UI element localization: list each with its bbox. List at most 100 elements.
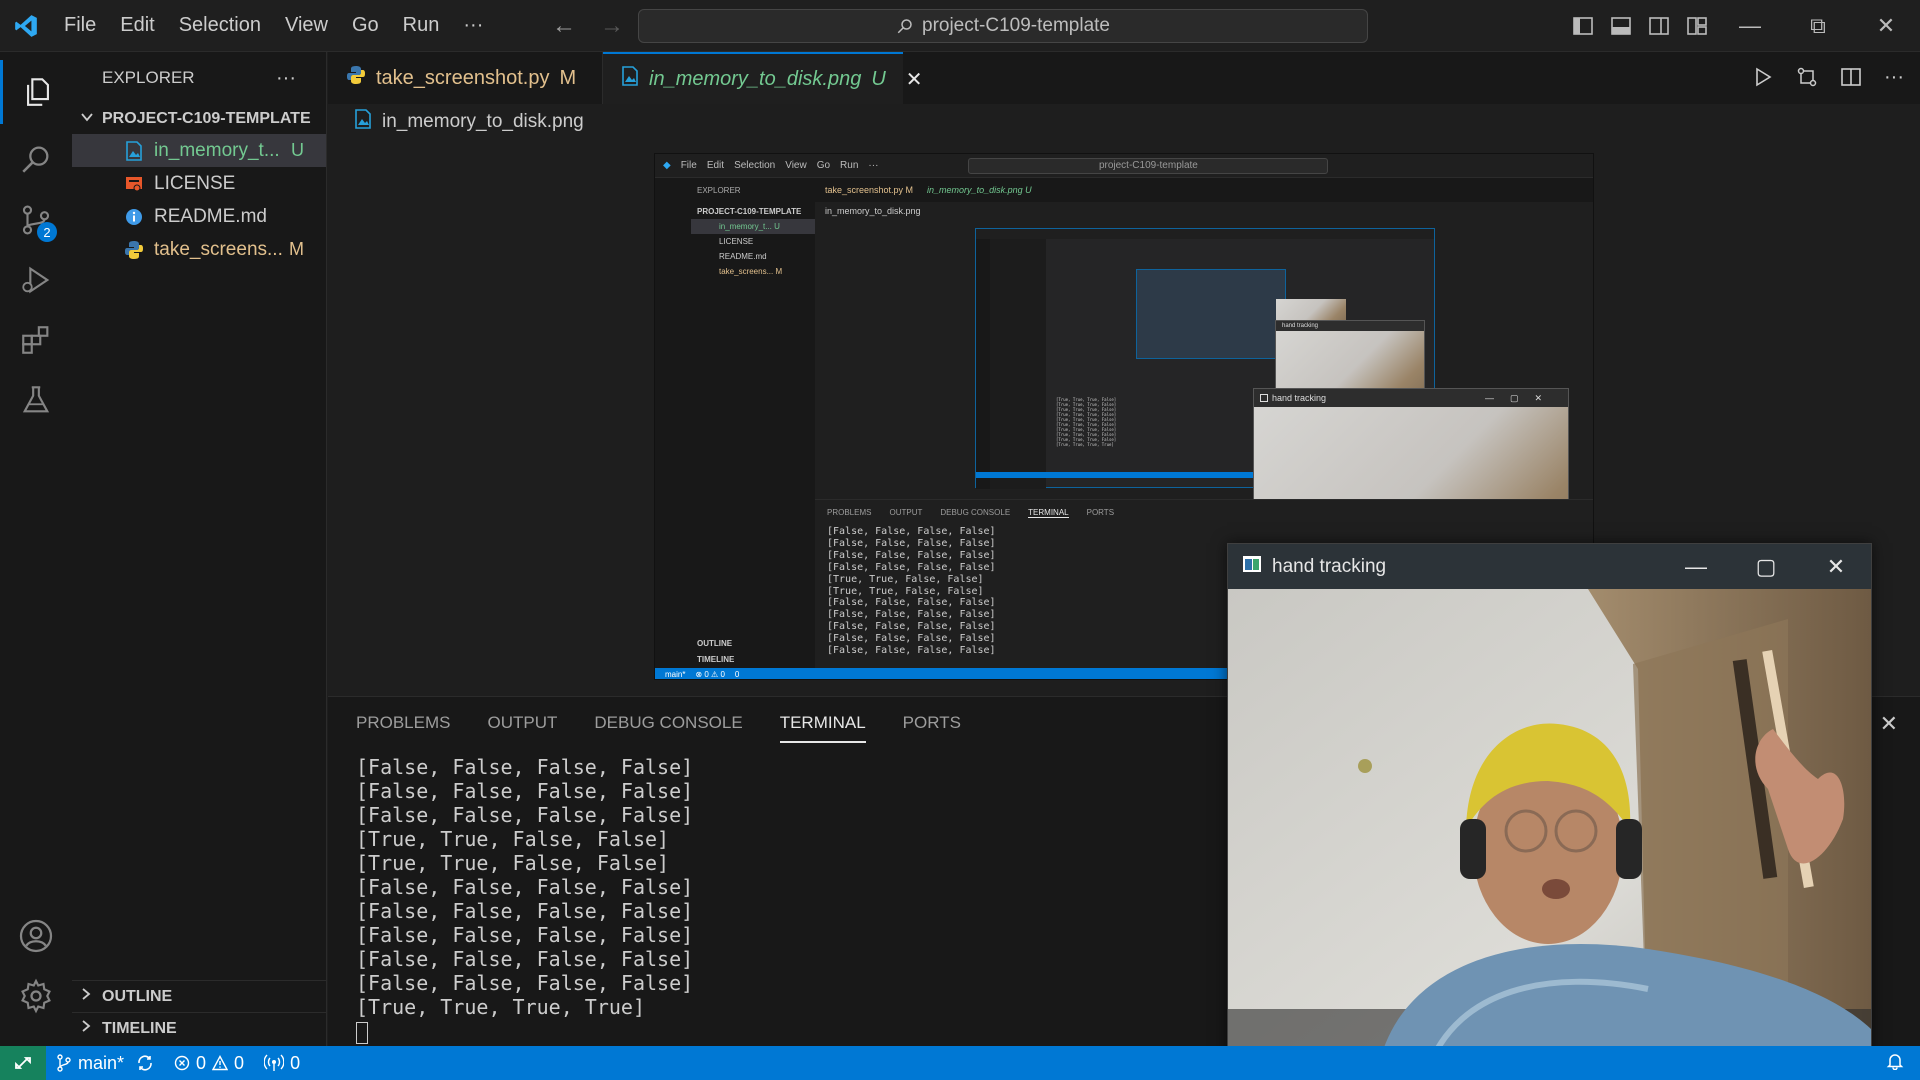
window-minimize-button[interactable]: — [1716, 13, 1784, 39]
git-branch-status[interactable]: main* [46, 1053, 164, 1074]
title-bar: File Edit Selection View Go Run ··· ← → … [0, 0, 1920, 52]
explorer-icon[interactable] [0, 60, 72, 124]
chevron-down-icon [80, 110, 94, 129]
window-app-icon [1242, 555, 1262, 579]
git-branch-icon [57, 1054, 71, 1072]
status-bar: main* 0 0 0 [0, 1046, 1920, 1080]
menu-go[interactable]: Go [340, 14, 391, 37]
outline-section[interactable]: OUTLINE [72, 980, 327, 1012]
activity-bar: 2 [0, 52, 72, 1046]
window-close-button[interactable]: ✕ [1852, 13, 1920, 39]
terminal-line: [False, False, False, False] [356, 755, 694, 779]
hand-window-maximize-button[interactable]: ▢ [1731, 544, 1801, 589]
sync-icon[interactable] [136, 1054, 154, 1072]
run-debug-icon[interactable] [0, 248, 72, 312]
python-file-icon [346, 65, 366, 91]
remote-indicator-icon[interactable] [0, 1046, 46, 1080]
search-icon [897, 19, 912, 34]
chevron-right-icon [80, 987, 92, 1006]
menu-more[interactable]: ··· [451, 14, 495, 37]
nested-sidebar [990, 239, 1046, 489]
testing-icon[interactable] [0, 368, 72, 432]
preview-menu-item: Go [816, 160, 831, 171]
hand-tracking-title: hand tracking [1272, 555, 1387, 577]
tab-terminal[interactable]: TERMINAL [779, 713, 866, 743]
tab-ports[interactable]: PORTS [903, 713, 961, 733]
customize-layout-icon[interactable] [1678, 17, 1716, 35]
license-file-icon [124, 174, 144, 194]
toggle-panel-icon[interactable] [1602, 17, 1640, 35]
terminal-line: [False, False, False, False] [356, 899, 694, 923]
preview-tabs: take_screenshot.py M in_memory_to_disk.p… [815, 178, 1593, 202]
hand-tracking-window[interactable]: hand tracking — ▢ ✕ [1227, 543, 1872, 1070]
preview-tab: in_memory_to_disk.png U [927, 185, 1032, 195]
hand-window-minimize-button[interactable]: — [1661, 544, 1731, 589]
ports-status[interactable]: 0 [254, 1053, 310, 1074]
chevron-right-icon [80, 1019, 92, 1038]
extensions-icon[interactable] [0, 308, 72, 372]
preview-panel-tab: PROBLEMS [827, 508, 872, 517]
file-name: take_screens... [154, 238, 283, 260]
run-python-icon[interactable] [1752, 66, 1774, 93]
preview-file-item: LICENSE [719, 237, 754, 246]
explorer-more-icon[interactable]: ··· [276, 67, 296, 90]
split-editor-icon[interactable] [1840, 66, 1862, 93]
terminal-cursor [356, 1021, 368, 1044]
file-item-license[interactable]: LICENSE [72, 167, 326, 200]
ports-count: 0 [290, 1052, 301, 1073]
git-branch-name: main* [78, 1052, 125, 1073]
menu-run[interactable]: Run [391, 14, 452, 37]
window-restore-button[interactable]: ⧉ [1784, 13, 1852, 39]
tab-status: U [871, 67, 886, 90]
toggle-primary-sidebar-icon[interactable] [1564, 17, 1602, 35]
settings-gear-icon[interactable] [0, 964, 72, 1028]
menu-file[interactable]: File [52, 14, 108, 37]
command-center-search[interactable]: project-C109-template [638, 9, 1368, 43]
tab-status: M [559, 66, 577, 89]
tab-output[interactable]: OUTPUT [487, 713, 557, 733]
preview-explorer-title: EXPLORER [697, 186, 741, 195]
file-item-take-screenshot[interactable]: take_screens... M [72, 233, 326, 266]
preview-panel-tab: DEBUG CONSOLE [940, 508, 1011, 517]
project-folder-header[interactable]: PROJECT-C109-TEMPLATE [72, 104, 326, 134]
breadcrumb-file[interactable]: in_memory_to_disk.png [382, 111, 584, 133]
timeline-section[interactable]: TIMELINE [72, 1012, 327, 1044]
nested-hand-title: hand tracking [1276, 321, 1424, 331]
account-icon[interactable] [0, 904, 72, 968]
terminal-output[interactable]: [False, False, False, False] [False, Fals… [356, 755, 693, 1044]
tab-in-memory-to-disk[interactable]: in_memory_to_disk.png U ✕ [603, 52, 923, 104]
tab-debug-console[interactable]: DEBUG CONSOLE [594, 713, 742, 733]
timeline-label: TIMELINE [102, 1019, 177, 1037]
menu-view[interactable]: View [273, 14, 340, 37]
search-icon[interactable] [0, 127, 72, 191]
file-item-readme[interactable]: README.md [72, 200, 326, 233]
file-item-in-memory[interactable]: in_memory_t... U [72, 134, 326, 167]
more-actions-icon[interactable]: ··· [1884, 66, 1904, 93]
terminal-line: [False, False, False, False] [356, 803, 694, 827]
menu-bar: File Edit Selection View Go Run ··· [52, 14, 495, 37]
source-control-icon[interactable]: 2 [0, 188, 72, 252]
preview-title-bar: ◆ File Edit Selection View Go Run ··· pr… [655, 154, 1593, 178]
preview-menu-item: ··· [868, 160, 879, 171]
toggle-secondary-sidebar-icon[interactable] [1640, 17, 1678, 35]
tab-problems[interactable]: PROBLEMS [356, 713, 450, 733]
preview-menu-item: View [785, 160, 807, 171]
hand-window-close-button[interactable]: ✕ [1801, 544, 1871, 589]
preview-menu-item: File [680, 160, 697, 171]
preview-outline: OUTLINE [697, 639, 733, 648]
open-changes-icon[interactable] [1796, 66, 1818, 93]
file-name: in_memory_t... [154, 139, 280, 161]
forward-arrow-icon[interactable]: → [600, 12, 624, 40]
preview-breadcrumb: in_memory_to_disk.png [825, 206, 921, 216]
menu-selection[interactable]: Selection [167, 14, 273, 37]
tab-close-icon[interactable]: ✕ [906, 67, 923, 92]
problems-status[interactable]: 0 0 [164, 1053, 254, 1074]
file-name: LICENSE [154, 172, 236, 194]
notifications-bell-icon[interactable] [1886, 1052, 1920, 1075]
tab-take-screenshot[interactable]: take_screenshot.py M [328, 52, 603, 104]
vscode-logo-icon [0, 0, 52, 52]
file-name: README.md [154, 205, 267, 227]
back-arrow-icon[interactable]: ← [552, 12, 576, 40]
panel-close-icon[interactable]: ✕ [1880, 711, 1898, 737]
menu-edit[interactable]: Edit [108, 14, 166, 37]
